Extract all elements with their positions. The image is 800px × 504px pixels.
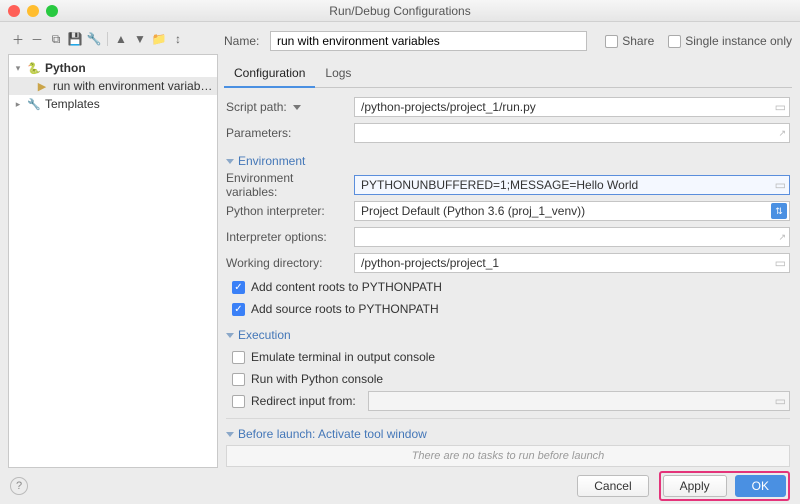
- move-up-button[interactable]: ▲: [113, 31, 129, 47]
- folder-button[interactable]: 📁: [151, 31, 167, 47]
- chk-label: Add source roots to PYTHONPATH: [251, 302, 439, 316]
- checkbox-checked-icon: ✓: [232, 281, 245, 294]
- chevron-right-icon: ▸: [13, 99, 23, 110]
- interpreter-label: Python interpreter:: [226, 204, 346, 218]
- window-title: Run/Debug Configurations: [0, 4, 800, 18]
- separator: [226, 418, 790, 419]
- parameters-input[interactable]: [354, 123, 790, 143]
- tree-node-templates[interactable]: ▸ 🔧 Templates: [9, 95, 217, 113]
- tree-label: run with environment variables: [53, 79, 213, 93]
- tree-label: Python: [45, 61, 213, 75]
- chk-label: Add content roots to PYTHONPATH: [251, 280, 442, 294]
- dropdown-caret-icon: ⇅: [771, 203, 787, 219]
- run-config-icon: ▶: [35, 80, 49, 93]
- expand-icon[interactable]: ↗: [778, 128, 786, 139]
- folder-icon: ▭: [775, 394, 786, 408]
- expand-icon[interactable]: ↗: [778, 232, 786, 243]
- checkbox-checked-icon: ✓: [232, 303, 245, 316]
- config-panel: Script path: ▭ Parameters: ↗ Environment…: [224, 88, 792, 468]
- edit-defaults-button[interactable]: 🔧: [86, 31, 102, 47]
- single-instance-checkbox[interactable]: Single instance only: [668, 34, 792, 48]
- share-checkbox[interactable]: Share: [605, 34, 654, 48]
- add-config-button[interactable]: ＋: [10, 31, 26, 47]
- checkbox-icon: [605, 35, 618, 48]
- folder-icon[interactable]: ▭: [775, 256, 786, 270]
- emulate-terminal-checkbox[interactable]: Emulate terminal in output console: [226, 346, 790, 368]
- config-toolbar: ＋ － ⧉ 💾 🔧 ▲ ▼ 📁 ↕: [8, 28, 218, 50]
- tabs: Configuration Logs: [224, 62, 792, 88]
- interpreter-value: Project Default (Python 3.6 (proj_1_venv…: [361, 204, 585, 218]
- dialog-footer: ? Cancel Apply OK: [0, 468, 800, 504]
- environment-section[interactable]: Environment: [226, 154, 790, 168]
- tree-node-python[interactable]: ▾ 🐍 Python: [9, 59, 217, 77]
- interpreter-dropdown[interactable]: Project Default (Python 3.6 (proj_1_venv…: [354, 201, 790, 221]
- name-row: Name: Share Single instance only: [224, 28, 792, 54]
- run-python-console-checkbox[interactable]: Run with Python console: [226, 368, 790, 390]
- move-down-button[interactable]: ▼: [132, 31, 148, 47]
- remove-config-button[interactable]: －: [29, 31, 45, 47]
- checkbox-icon: [232, 351, 245, 364]
- working-dir-input[interactable]: [354, 253, 790, 273]
- single-instance-label: Single instance only: [685, 34, 792, 48]
- checkbox-icon: [668, 35, 681, 48]
- left-column: ＋ － ⧉ 💾 🔧 ▲ ▼ 📁 ↕ ▾ 🐍 Python ▶ r: [8, 28, 218, 468]
- interpreter-options-label: Interpreter options:: [226, 230, 346, 244]
- close-icon[interactable]: [8, 5, 20, 17]
- redirect-input-checkbox[interactable]: Redirect input from: ▭: [226, 390, 790, 412]
- copy-config-button[interactable]: ⧉: [48, 31, 64, 47]
- folder-icon[interactable]: ▭: [775, 100, 786, 114]
- collapse-button[interactable]: ↕: [170, 31, 186, 47]
- redirect-input-field: [368, 391, 790, 411]
- highlight-annotation: Apply OK: [659, 471, 790, 501]
- chk-label: Emulate terminal in output console: [251, 350, 435, 364]
- browse-icon[interactable]: ▭: [775, 178, 786, 192]
- top-options: Share Single instance only: [605, 34, 792, 48]
- execution-section[interactable]: Execution: [226, 328, 790, 342]
- script-path-input[interactable]: [354, 97, 790, 117]
- before-launch-section[interactable]: Before launch: Activate tool window: [226, 427, 790, 441]
- chevron-down-icon: ▾: [13, 63, 23, 74]
- chk-label: Run with Python console: [251, 372, 383, 386]
- ok-button[interactable]: OK: [735, 475, 786, 497]
- script-path-label[interactable]: Script path:: [226, 100, 346, 114]
- tree-label: Templates: [45, 97, 213, 111]
- traffic-lights: [8, 5, 58, 17]
- add-content-roots-checkbox[interactable]: ✓ Add content roots to PYTHONPATH: [226, 276, 790, 298]
- python-icon: 🐍: [27, 62, 41, 75]
- tab-logs[interactable]: Logs: [315, 62, 361, 87]
- working-dir-label: Working directory:: [226, 256, 346, 270]
- before-launch-list[interactable]: There are no tasks to run before launch: [226, 445, 790, 467]
- env-vars-input[interactable]: [354, 175, 790, 195]
- save-config-button[interactable]: 💾: [67, 31, 83, 47]
- add-source-roots-checkbox[interactable]: ✓ Add source roots to PYTHONPATH: [226, 298, 790, 320]
- parameters-label: Parameters:: [226, 126, 346, 140]
- interpreter-options-input[interactable]: [354, 227, 790, 247]
- checkbox-icon: [232, 395, 245, 408]
- titlebar: Run/Debug Configurations: [0, 0, 800, 22]
- checkbox-icon: [232, 373, 245, 386]
- help-button[interactable]: ?: [10, 477, 28, 495]
- share-label: Share: [622, 34, 654, 48]
- tab-configuration[interactable]: Configuration: [224, 62, 315, 88]
- config-tree[interactable]: ▾ 🐍 Python ▶ run with environment variab…: [8, 54, 218, 468]
- apply-button[interactable]: Apply: [663, 475, 727, 497]
- right-column: Name: Share Single instance only Configu…: [224, 28, 792, 468]
- toolbar-separator: [107, 32, 108, 46]
- tree-node-run-config[interactable]: ▶ run with environment variables: [9, 77, 217, 95]
- chk-label: Redirect input from:: [251, 394, 356, 408]
- env-vars-label: Environment variables:: [226, 171, 346, 199]
- wrench-icon: 🔧: [27, 98, 41, 111]
- dialog-content: ＋ － ⧉ 💾 🔧 ▲ ▼ 📁 ↕ ▾ 🐍 Python ▶ r: [0, 22, 800, 468]
- cancel-button[interactable]: Cancel: [577, 475, 648, 497]
- name-input[interactable]: [270, 31, 587, 51]
- zoom-icon[interactable]: [46, 5, 58, 17]
- run-debug-window: Run/Debug Configurations ＋ － ⧉ 💾 🔧 ▲ ▼ 📁…: [0, 0, 800, 504]
- name-label: Name:: [224, 34, 262, 48]
- minimize-icon[interactable]: [27, 5, 39, 17]
